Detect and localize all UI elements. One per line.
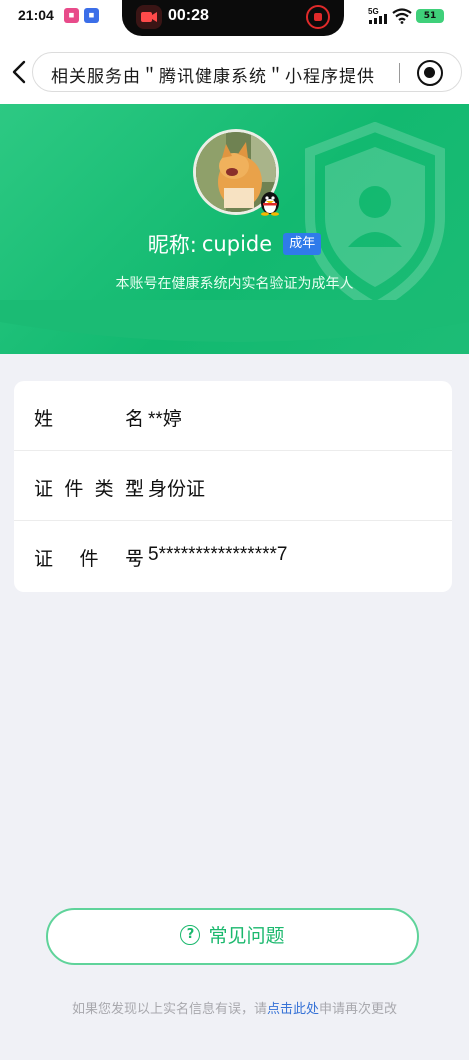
qq-penguin-icon [261,192,279,216]
nav-bar: 相关服务由＂腾讯健康系统＂小程序提供 [0,40,469,104]
wifi-icon [392,8,412,24]
info-value-id-type: 身份证 [148,479,206,500]
info-value-name: **婷 [148,409,182,430]
correction-link[interactable]: 点击此处 [267,1002,319,1017]
adult-badge: 成年 [283,233,322,255]
target-icon[interactable] [417,60,443,86]
info-label: 姓名 [34,408,144,430]
question-circle-icon: ? [180,925,201,945]
record-timer: 00:28 [168,7,209,24]
nickname-row: 昵称: cupide 成年 [0,229,469,259]
nickname-value: cupide [201,232,273,256]
status-time: 21:04 [18,7,54,23]
info-label: 证件号 [34,548,144,570]
service-provider-text: 相关服务由＂腾讯健康系统＂小程序提供 [51,67,375,87]
info-row-id-type: 证件类型 : 身份证 [14,451,452,521]
info-row-id-number: 证件号 : 5****************7 [34,544,288,570]
faq-label: 常见问题 [208,925,285,947]
footer-note: 如果您发现以上实名信息有误，请点击此处申请再次更改 [0,998,469,1017]
notification-app-icon: ◼ [64,8,79,23]
video-camera-icon [136,5,162,29]
faq-button[interactable]: ? 常见问题 [46,908,419,965]
nickname-label: 昵称: [147,233,197,257]
divider [399,63,400,83]
screen-record-pill[interactable]: 00:28 [122,0,344,36]
back-button[interactable] [8,58,32,86]
stop-record-icon[interactable] [306,5,330,29]
notification-app-icon: ◼ [84,8,99,23]
info-value-id-number: 5****************7 [148,544,288,565]
svg-text:5G: 5G [368,7,379,16]
verification-note: 本账号在健康系统内实名验证为成年人 [115,276,354,292]
identity-info-card: 姓名 : **婷 证件类型 : 身份证 证件号 : 5*************… [14,381,452,592]
footer-prefix: 如果您发现以上实名信息有误，请 [71,1002,267,1017]
footer-suffix: 申请再次更改 [319,1002,398,1017]
battery-icon: 51 [416,9,444,23]
info-row-name: 姓名 : **婷 [14,381,452,451]
status-bar: 21:04 ◼ ◼ 00:28 5G 51 [0,0,469,40]
service-provider-bar[interactable]: 相关服务由＂腾讯健康系统＂小程序提供 [32,52,462,92]
header-curve [0,300,469,342]
signal-icon: 5G [368,7,387,24]
info-label: 证件类型 [34,478,144,500]
